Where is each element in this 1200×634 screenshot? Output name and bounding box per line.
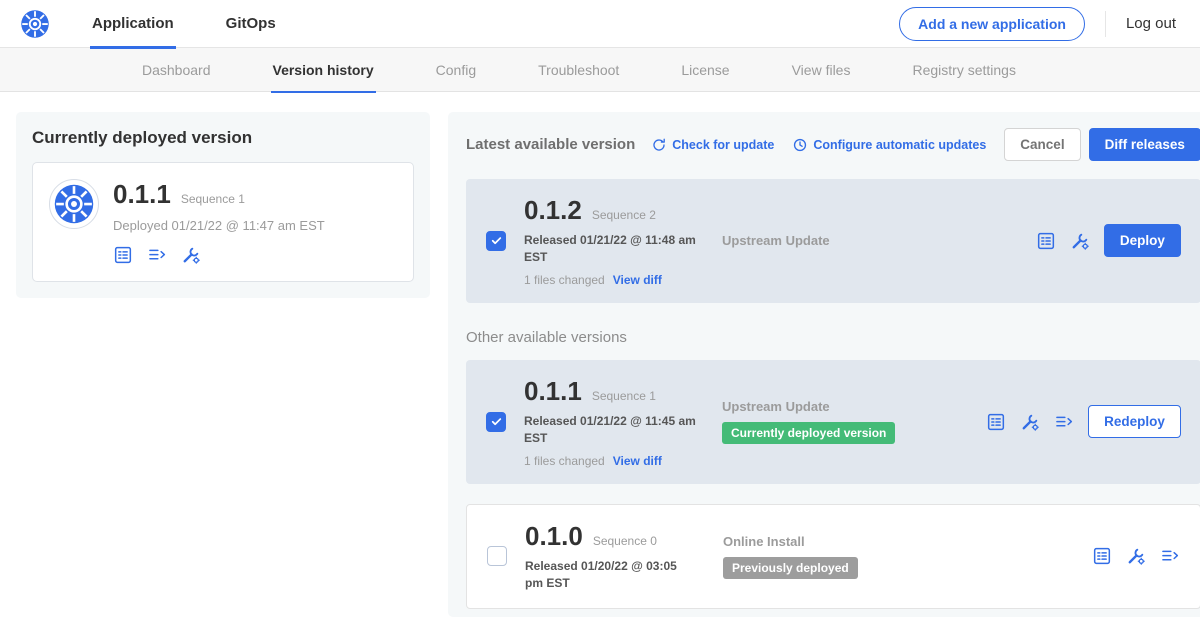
check-icon [490,415,503,428]
version-checkbox[interactable] [486,412,506,432]
app-subnav: Dashboard Version history Config Trouble… [0,48,1200,92]
version-checkbox[interactable] [487,546,507,566]
navbar-divider [1105,11,1106,37]
deployed-column: Currently deployed version 0.1.1 Sequenc… [16,112,430,298]
tab-version-history[interactable]: Version history [271,48,376,92]
tab-gitops[interactable]: GitOps [224,0,278,48]
tab-license-label: License [681,62,729,78]
panel-actions: Cancel Diff releases [1004,128,1200,161]
tab-registry-settings[interactable]: Registry settings [910,48,1017,92]
diff-releases-button[interactable]: Diff releases [1089,128,1200,161]
tab-troubleshoot[interactable]: Troubleshoot [536,48,621,92]
tab-view-files[interactable]: View files [790,48,853,92]
refresh-icon [651,137,667,153]
panel-header: Latest available version Check for updat… [466,128,1200,161]
check-for-update-link[interactable]: Check for update [651,137,774,153]
diff-icon[interactable] [1160,546,1180,566]
currently-deployed-card: Currently deployed version 0.1.1 Sequenc… [16,112,430,298]
deployed-version-card: 0.1.1 Sequence 1 Deployed 01/21/22 @ 11:… [32,162,414,282]
version-source: Upstream Update [722,399,929,414]
latest-available-heading: Latest available version [466,136,635,153]
deploy-button[interactable]: Deploy [1104,224,1181,257]
row-actions: Redeploy [986,405,1181,438]
version-info: 0.1.0 Sequence 0 Released 01/20/22 @ 03:… [525,521,715,593]
tab-dashboard[interactable]: Dashboard [140,48,213,92]
version-checkbox[interactable] [486,231,506,251]
released-timestamp: Released 01/21/22 @ 11:45 am EST [524,413,696,448]
files-changed: 1 files changed [524,273,605,287]
edit-config-icon[interactable] [1070,231,1090,251]
deployed-timestamp: Deployed 01/21/22 @ 11:47 am EST [113,218,325,233]
version-history-panel: Latest available version Check for updat… [448,112,1200,617]
version-number: 0.1.0 [525,521,583,552]
check-icon [490,234,503,247]
diff-icon[interactable] [147,245,167,265]
files-changed: 1 files changed [524,454,605,468]
version-info: 0.1.2 Sequence 2 Released 01/21/22 @ 11:… [524,195,714,287]
deployed-meta: 0.1.1 Sequence 1 Deployed 01/21/22 @ 11:… [113,179,325,265]
cancel-button[interactable]: Cancel [1004,128,1080,161]
tab-troubleshoot-label: Troubleshoot [538,62,619,78]
version-row-0-1-0: 0.1.0 Sequence 0 Released 01/20/22 @ 03:… [466,504,1200,610]
clock-icon [792,137,808,153]
view-diff-link[interactable]: View diff [613,454,662,468]
version-source: Online Install [723,534,930,549]
currently-deployed-badge: Currently deployed version [722,422,895,444]
top-navbar: Application GitOps Add a new application… [0,0,1200,48]
edit-config-icon[interactable] [181,245,201,265]
source-column: Upstream Update Currently deployed versi… [714,399,929,444]
sequence-label: Sequence 2 [592,208,656,222]
version-number: 0.1.2 [524,195,582,226]
app-nav: Application GitOps [90,0,326,48]
add-new-application-button[interactable]: Add a new application [899,7,1085,41]
sequence-label: Sequence 1 [592,389,656,403]
source-column: Upstream Update [714,233,929,248]
configure-automatic-updates-label: Configure automatic updates [813,138,986,152]
previously-deployed-badge: Previously deployed [723,557,858,579]
diff-icon[interactable] [1054,412,1074,432]
deployed-sequence: Sequence 1 [181,192,245,206]
navbar-right: Add a new application Log out [899,7,1176,41]
released-timestamp: Released 01/21/22 @ 11:48 am EST [524,232,696,267]
tab-dashboard-label: Dashboard [142,62,211,78]
released-timestamp: Released 01/20/22 @ 03:05 pm EST [525,558,697,593]
edit-config-icon[interactable] [1020,412,1040,432]
tab-config[interactable]: Config [434,48,478,92]
source-column: Online Install Previously deployed [715,534,930,579]
tab-config-label: Config [436,62,476,78]
version-source: Upstream Update [722,233,929,248]
deployed-version-number: 0.1.1 [113,179,171,210]
logout-link[interactable]: Log out [1126,15,1176,32]
release-notes-icon[interactable] [1036,231,1056,251]
check-for-update-label: Check for update [672,138,774,152]
main-content: Currently deployed version 0.1.1 Sequenc… [0,92,1200,633]
tab-application-label: Application [92,15,174,32]
release-notes-icon[interactable] [986,412,1006,432]
edit-config-icon[interactable] [1126,546,1146,566]
tab-license[interactable]: License [679,48,731,92]
sequence-label: Sequence 0 [593,534,657,548]
tab-view-files-label: View files [792,62,851,78]
row-actions [1092,546,1180,566]
tab-registry-settings-label: Registry settings [912,62,1015,78]
deployed-icon-row [113,245,325,265]
configure-automatic-updates-link[interactable]: Configure automatic updates [792,137,986,153]
deployed-heading: Currently deployed version [32,128,414,148]
tab-gitops-label: GitOps [226,15,276,32]
version-info: 0.1.1 Sequence 1 Released 01/21/22 @ 11:… [524,376,714,468]
version-row-0-1-1: 0.1.1 Sequence 1 Released 01/21/22 @ 11:… [466,360,1200,484]
redeploy-button[interactable]: Redeploy [1088,405,1181,438]
release-notes-icon[interactable] [1092,546,1112,566]
version-row-latest: 0.1.2 Sequence 2 Released 01/21/22 @ 11:… [466,179,1200,303]
kubernetes-logo-icon [20,9,50,39]
release-notes-icon[interactable] [113,245,133,265]
row-actions: Deploy [1036,224,1181,257]
other-versions-heading: Other available versions [466,329,1200,346]
app-logo-icon [49,179,99,229]
tab-version-history-label: Version history [273,62,374,78]
version-number: 0.1.1 [524,376,582,407]
tab-application[interactable]: Application [90,0,176,48]
view-diff-link[interactable]: View diff [613,273,662,287]
